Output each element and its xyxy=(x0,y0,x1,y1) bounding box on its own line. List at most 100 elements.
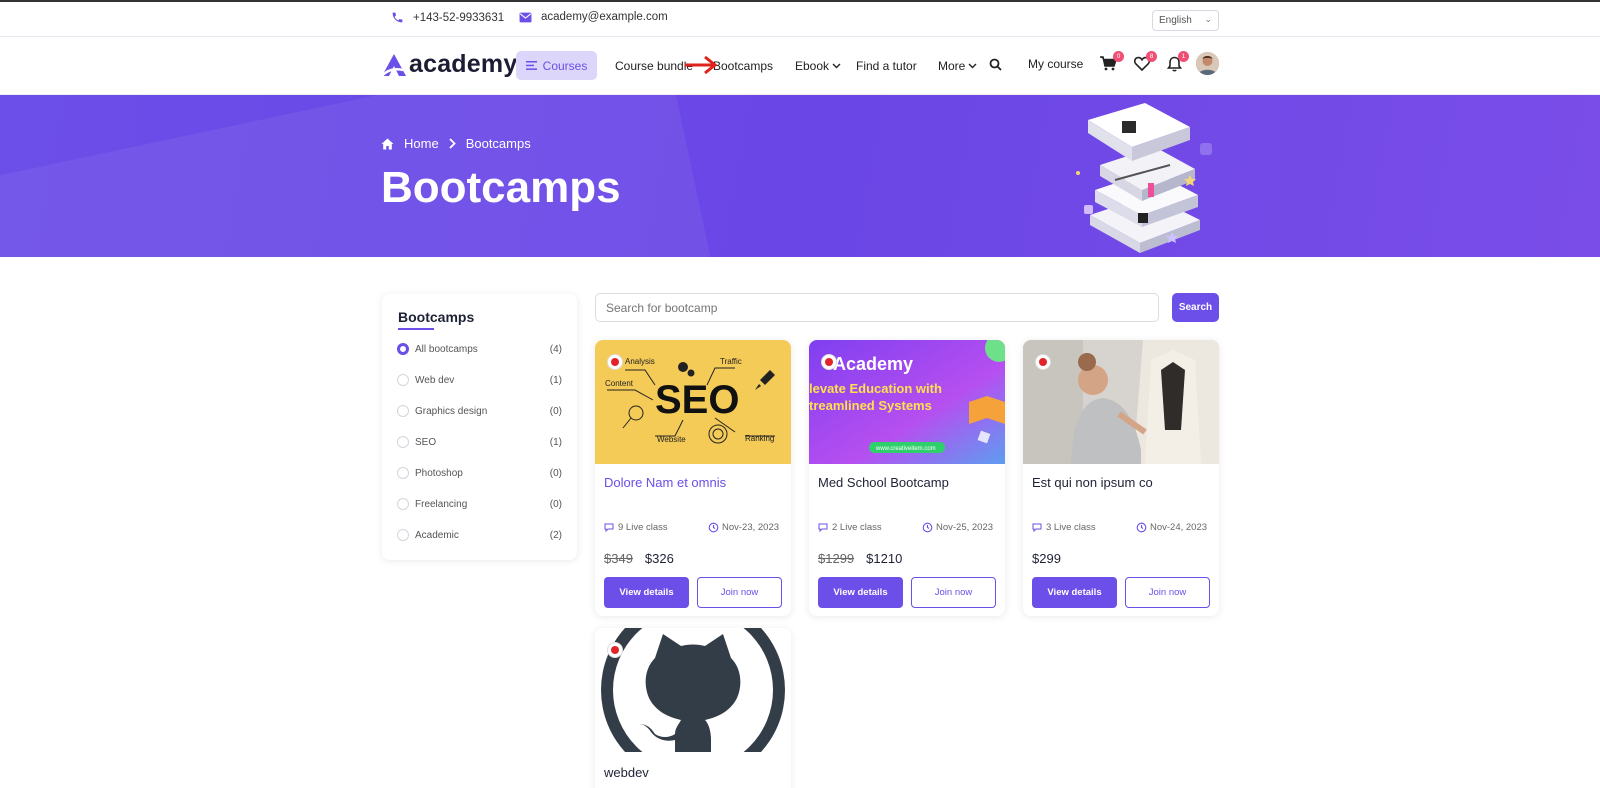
breadcrumb-home[interactable]: Home xyxy=(404,136,439,151)
filter-count: (0) xyxy=(549,498,562,510)
email-contact[interactable]: academy@example.com xyxy=(519,11,668,23)
nav-ebook-label: Ebook xyxy=(795,59,830,73)
nav-find-a-tutor[interactable]: Find a tutor xyxy=(856,59,917,73)
thumb-text-seo: SEO xyxy=(655,378,739,422)
old-price: $349 xyxy=(604,551,633,566)
thumb-url: www.creativeitem.com xyxy=(875,446,936,452)
cart-count-badge: 0 xyxy=(1113,51,1124,62)
chat-icon xyxy=(1032,523,1042,533)
bootcamp-card: Analysis Traffic Content Website Ranking… xyxy=(595,340,791,616)
date-text: Nov-25, 2023 xyxy=(936,522,994,533)
filter-count: (4) xyxy=(549,343,562,355)
radio-button[interactable] xyxy=(397,374,409,386)
bootcamp-card: Academy levate Education with treamlined… xyxy=(809,340,1005,616)
filter-all-bootcamps[interactable]: All bootcamps (4) xyxy=(397,341,562,357)
my-course-link[interactable]: My course xyxy=(1028,57,1083,71)
view-details-button[interactable]: View details xyxy=(604,577,689,608)
github-octocat-image xyxy=(595,628,791,752)
language-select[interactable]: English ⌄ xyxy=(1152,10,1219,31)
thumb-text-ranking: Ranking xyxy=(745,434,774,443)
nav-more[interactable]: More xyxy=(938,59,977,73)
old-price: $1299 xyxy=(818,551,855,566)
radio-button[interactable] xyxy=(397,529,409,541)
thumb-brand: Academy xyxy=(833,354,913,374)
thumb-line-2: treamlined Systems xyxy=(809,398,932,413)
filter-count: (1) xyxy=(549,374,562,386)
search-button[interactable]: Search xyxy=(1172,293,1219,322)
search-icon[interactable] xyxy=(989,58,1002,71)
chevron-down-icon: ⌄ xyxy=(1204,14,1212,24)
filter-seo[interactable]: SEO (1) xyxy=(397,434,562,450)
red-arrow-annotation xyxy=(685,55,718,75)
filter-label: Web dev xyxy=(415,374,455,386)
filter-label: Photoshop xyxy=(415,467,463,479)
clock-icon xyxy=(922,522,933,533)
bootcamp-date: Nov-24, 2023 xyxy=(1136,522,1207,533)
view-details-button[interactable]: View details xyxy=(1032,577,1117,608)
list-icon xyxy=(525,61,537,70)
filter-graphics-design[interactable]: Graphics design (0) xyxy=(397,403,562,419)
site-logo[interactable]: academy xyxy=(381,50,517,79)
page-title: Bootcamps xyxy=(381,163,621,212)
filter-label: SEO xyxy=(415,436,437,448)
avatar-image xyxy=(1196,52,1219,75)
live-class-text: 2 Live class xyxy=(832,522,882,533)
bootcamp-thumbnail[interactable] xyxy=(595,628,791,752)
cart-button[interactable]: 0 xyxy=(1100,51,1124,76)
bootcamp-thumbnail[interactable]: Academy levate Education with treamlined… xyxy=(809,340,1005,464)
bootcamp-title[interactable]: webdev xyxy=(604,765,649,780)
filter-freelancing[interactable]: Freelancing (0) xyxy=(397,496,562,512)
bootcamp-date: Nov-25, 2023 xyxy=(922,522,993,533)
bootcamp-title[interactable]: Dolore Nam et omnis xyxy=(604,475,726,490)
phone-contact[interactable]: +143-52-9933631 xyxy=(391,11,504,24)
filter-label: All bootcamps xyxy=(415,343,478,355)
home-icon xyxy=(381,138,394,149)
join-now-button[interactable]: Join now xyxy=(697,577,782,608)
nav-more-label: More xyxy=(938,59,966,73)
live-class-count: 3 Live class xyxy=(1032,522,1096,533)
radio-button[interactable] xyxy=(397,498,409,510)
wishlist-button[interactable]: 8 xyxy=(1133,51,1157,76)
bootcamp-thumbnail[interactable] xyxy=(1023,340,1219,464)
filter-web-dev[interactable]: Web dev (1) xyxy=(397,372,562,388)
bootcamp-title[interactable]: Est qui non ipsum co xyxy=(1032,475,1153,490)
courses-label: Courses xyxy=(542,58,588,73)
live-indicator-icon xyxy=(821,354,837,370)
academy-promo-image: Academy levate Education with treamlined… xyxy=(809,340,1005,464)
bootcamp-thumbnail[interactable]: Analysis Traffic Content Website Ranking… xyxy=(595,340,791,464)
current-price: $1210 xyxy=(866,551,903,566)
radio-button[interactable] xyxy=(397,405,409,417)
bootcamp-search-input[interactable] xyxy=(595,293,1159,322)
filter-count: (2) xyxy=(549,529,562,541)
live-indicator-icon xyxy=(1035,354,1051,370)
filter-count: (0) xyxy=(549,467,562,479)
notification-button[interactable]: 1 xyxy=(1166,51,1189,77)
bootcamp-title[interactable]: Med School Bootcamp xyxy=(818,475,949,490)
hero-banner: Home Bootcamps Bootcamps xyxy=(0,95,1600,257)
chat-icon xyxy=(818,523,828,533)
filter-academic[interactable]: Academic (2) xyxy=(397,527,562,543)
radio-button[interactable] xyxy=(397,343,409,355)
language-value: English xyxy=(1159,15,1192,26)
chevron-right-icon xyxy=(449,138,456,149)
courses-menu-button[interactable]: Courses xyxy=(516,51,597,80)
live-class-text: 3 Live class xyxy=(1046,522,1096,533)
price: $1299 $1210 xyxy=(818,551,902,566)
view-details-button[interactable]: View details xyxy=(818,577,903,608)
radio-button[interactable] xyxy=(397,467,409,479)
nav-course-bundle[interactable]: Course bundle xyxy=(615,59,693,73)
logo-icon xyxy=(381,53,406,77)
radio-button[interactable] xyxy=(397,436,409,448)
user-avatar[interactable] xyxy=(1196,52,1219,75)
live-indicator-icon xyxy=(607,642,623,658)
bootcamp-date: Nov-23, 2023 xyxy=(708,522,779,533)
nav-ebook[interactable]: Ebook xyxy=(795,59,841,73)
thumb-text-analysis: Analysis xyxy=(625,357,655,366)
filter-photoshop[interactable]: Photoshop (0) xyxy=(397,465,562,481)
wishlist-count-badge: 8 xyxy=(1146,51,1157,62)
phone-number: +143-52-9933631 xyxy=(413,11,505,24)
nav-bootcamps[interactable]: Bootcamps xyxy=(713,59,773,73)
join-now-button[interactable]: Join now xyxy=(911,577,996,608)
live-indicator-icon xyxy=(607,354,623,370)
join-now-button[interactable]: Join now xyxy=(1125,577,1210,608)
